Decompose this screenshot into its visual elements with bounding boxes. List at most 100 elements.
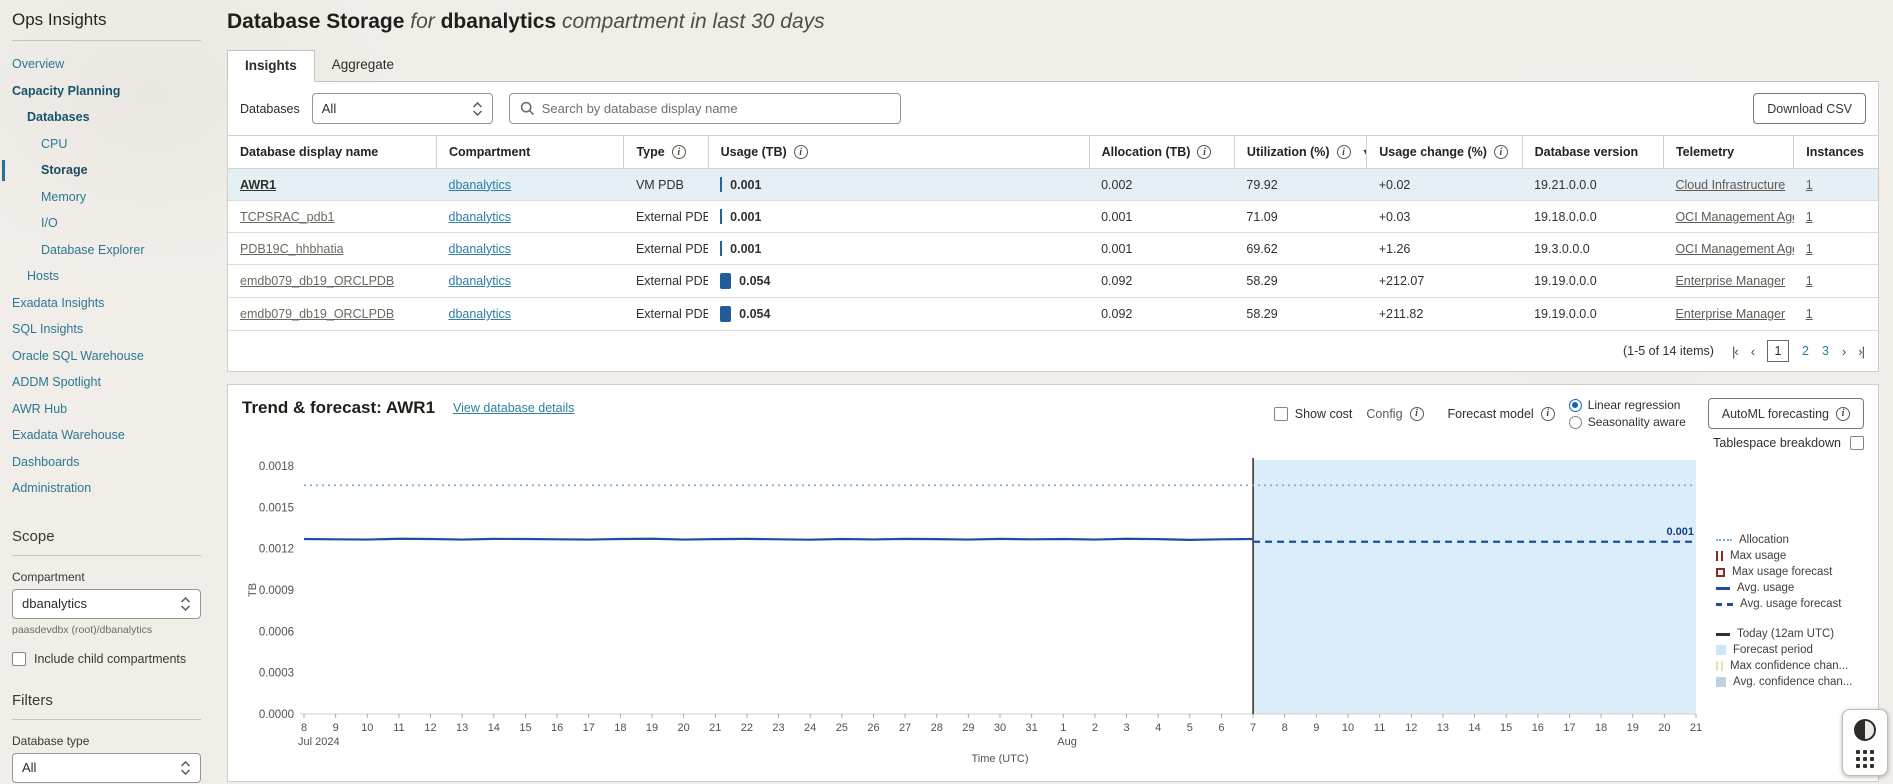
- database-name-link[interactable]: PDB19C_hhbhatia: [240, 242, 344, 256]
- sidebar-item-oracle-sql-warehouse[interactable]: Oracle SQL Warehouse: [0, 343, 213, 370]
- sidebar-item-capacity-planning[interactable]: Capacity Planning: [0, 78, 213, 105]
- sidebar-item-addm-spotlight[interactable]: ADDM Spotlight: [0, 369, 213, 396]
- pagination-page-1[interactable]: 1: [1767, 340, 1789, 362]
- tab-insights[interactable]: Insights: [227, 50, 315, 82]
- sidebar-item-memory[interactable]: Memory: [0, 184, 213, 211]
- compartment-link[interactable]: dbanalytics: [449, 210, 512, 224]
- x-tick-label: 26: [867, 722, 879, 734]
- pagination-next-icon[interactable]: ›: [1842, 344, 1845, 359]
- legend-item-max-usage-forecast[interactable]: Max usage forecast: [1716, 564, 1862, 580]
- info-icon[interactable]: i: [1337, 145, 1351, 159]
- database-search-input[interactable]: [542, 101, 890, 116]
- automl-forecasting-button[interactable]: AutoML forecasting i: [1708, 398, 1864, 429]
- instances-link[interactable]: 1: [1806, 178, 1813, 192]
- sidebar-item-cpu[interactable]: CPU: [0, 131, 213, 158]
- pagination-page-3[interactable]: 3: [1822, 344, 1829, 358]
- legend-item-max-confidence-chan[interactable]: Max confidence chan...: [1716, 658, 1862, 674]
- telemetry-link[interactable]: Cloud Infrastructure: [1675, 178, 1785, 192]
- include-child-checkbox[interactable]: [12, 652, 26, 666]
- view-database-details-link[interactable]: View database details: [453, 401, 574, 415]
- show-cost-checkbox[interactable]: [1274, 407, 1288, 421]
- column-header-instances[interactable]: Instances: [1794, 136, 1878, 169]
- column-header-database-display-name[interactable]: Database display name: [228, 136, 437, 169]
- instances-link[interactable]: 1: [1806, 242, 1813, 256]
- forecast-model-label: Forecast model: [1448, 407, 1534, 421]
- legend-item-avg-usage-forecast[interactable]: Avg. usage forecast: [1716, 596, 1862, 612]
- compartment-link[interactable]: dbanalytics: [449, 178, 512, 192]
- pagination-prev-icon[interactable]: ‹: [1751, 344, 1754, 359]
- sidebar-item-hosts[interactable]: Hosts: [0, 263, 213, 290]
- sidebar-item-dashboards[interactable]: Dashboards: [0, 449, 213, 476]
- telemetry-link[interactable]: OCI Management Agent: [1675, 210, 1793, 224]
- database-name-link[interactable]: AWR1: [240, 178, 276, 192]
- info-icon[interactable]: i: [1494, 145, 1508, 159]
- database-name-link[interactable]: emdb079_db19_ORCLPDB: [240, 274, 394, 288]
- chart-toolbar-widget[interactable]: [1842, 709, 1888, 776]
- pagination-last-icon[interactable]: ›|: [1858, 344, 1864, 359]
- legend-item-today-12am-utc[interactable]: Today (12am UTC): [1716, 626, 1862, 642]
- info-icon[interactable]: i: [1197, 145, 1211, 159]
- column-header-compartment[interactable]: Compartment: [437, 136, 624, 169]
- sidebar-item-overview[interactable]: Overview: [0, 51, 213, 78]
- x-tick-label: 16: [1532, 722, 1544, 734]
- compartment-link[interactable]: dbanalytics: [449, 242, 512, 256]
- column-header-usage-tb[interactable]: Usage (TB)i: [708, 136, 1089, 169]
- compartment-select[interactable]: dbanalytics: [12, 589, 201, 619]
- column-header-allocation-tb[interactable]: Allocation (TB)i: [1089, 136, 1234, 169]
- radio-linear-regression[interactable]: Linear regression: [1569, 398, 1686, 412]
- column-header-telemetry[interactable]: Telemetry: [1663, 136, 1793, 169]
- sort-desc-icon[interactable]: ▼: [1362, 147, 1367, 157]
- tablespace-breakdown-checkbox[interactable]: [1850, 436, 1864, 450]
- tab-aggregate[interactable]: Aggregate: [315, 50, 411, 81]
- compartment-link[interactable]: dbanalytics: [449, 274, 512, 288]
- sidebar-item-administration[interactable]: Administration: [0, 475, 213, 502]
- automl-info-icon[interactable]: i: [1836, 407, 1850, 421]
- legend-item-max-usage[interactable]: Max usage: [1716, 548, 1862, 564]
- cell-usage: 0.054: [708, 265, 1089, 298]
- sidebar-item-database-explorer[interactable]: Database Explorer: [0, 237, 213, 264]
- x-tick-label: 14: [1468, 722, 1480, 734]
- sidebar-item-exadata-insights[interactable]: Exadata Insights: [0, 290, 213, 317]
- database-name-link[interactable]: TCPSRAC_pdb1: [240, 210, 335, 224]
- config-label[interactable]: Config: [1366, 407, 1402, 421]
- instances-link[interactable]: 1: [1806, 307, 1813, 321]
- telemetry-link[interactable]: Enterprise Manager: [1675, 274, 1785, 288]
- sidebar-item-databases[interactable]: Databases: [0, 104, 213, 131]
- sidebar-item-awr-hub[interactable]: AWR Hub: [0, 396, 213, 423]
- radio-seasonality-aware-icon[interactable]: [1569, 416, 1582, 429]
- legend-item-forecast-period[interactable]: Forecast period: [1716, 642, 1862, 658]
- instances-link[interactable]: 1: [1806, 274, 1813, 288]
- legend-item-avg-usage[interactable]: Avg. usage: [1716, 580, 1862, 596]
- radio-linear-regression-icon[interactable]: [1569, 399, 1582, 412]
- forecast-model-info-icon[interactable]: i: [1541, 407, 1555, 421]
- telemetry-link[interactable]: Enterprise Manager: [1675, 307, 1785, 321]
- x-tick-label: 4: [1155, 722, 1161, 734]
- legend-item-avg-confidence-chan[interactable]: Avg. confidence chan...: [1716, 674, 1862, 690]
- cell-usage: 0.054: [708, 298, 1089, 331]
- database-type-select[interactable]: All: [12, 753, 201, 783]
- usage-value: 0.054: [739, 274, 770, 288]
- column-header-utilization[interactable]: Utilization (%)i▼: [1234, 136, 1366, 169]
- column-header-type[interactable]: Typei: [624, 136, 708, 169]
- info-icon[interactable]: i: [794, 145, 808, 159]
- column-header-usage-change[interactable]: Usage change (%)i: [1367, 136, 1522, 169]
- config-info-icon[interactable]: i: [1410, 407, 1424, 421]
- usage-value: 0.001: [730, 210, 761, 224]
- compartment-link[interactable]: dbanalytics: [449, 307, 512, 321]
- database-name-link[interactable]: emdb079_db19_ORCLPDB: [240, 307, 394, 321]
- databases-select[interactable]: All: [312, 93, 493, 124]
- telemetry-link[interactable]: OCI Management Agent: [1675, 242, 1793, 256]
- table-row: PDB19C_hhbhatiadbanalyticsExternal PDB0.…: [228, 233, 1878, 265]
- legend-item-allocation[interactable]: Allocation: [1716, 532, 1862, 548]
- radio-seasonality-aware[interactable]: Seasonality aware: [1569, 415, 1686, 429]
- column-header-database-version[interactable]: Database version: [1522, 136, 1663, 169]
- download-csv-button[interactable]: Download CSV: [1753, 93, 1866, 124]
- instances-link[interactable]: 1: [1806, 210, 1813, 224]
- sidebar-item-i-o[interactable]: I/O: [0, 210, 213, 237]
- sidebar-item-storage[interactable]: Storage: [0, 157, 213, 184]
- sidebar-item-exadata-warehouse[interactable]: Exadata Warehouse: [0, 422, 213, 449]
- sidebar-item-sql-insights[interactable]: SQL Insights: [0, 316, 213, 343]
- pagination-first-icon[interactable]: |‹: [1732, 344, 1738, 359]
- pagination-page-2[interactable]: 2: [1802, 344, 1809, 358]
- info-icon[interactable]: i: [672, 145, 686, 159]
